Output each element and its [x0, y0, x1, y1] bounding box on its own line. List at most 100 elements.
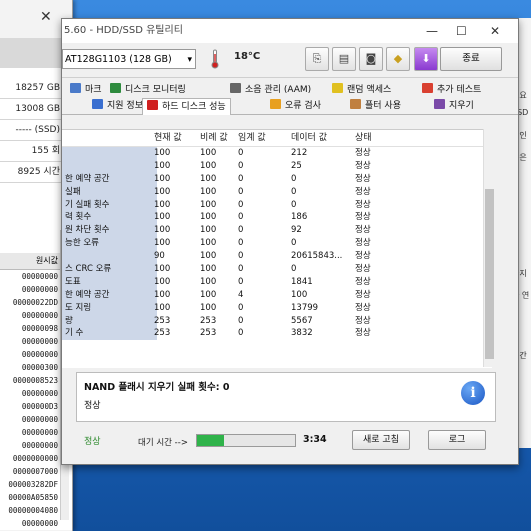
tab-tabs_row1-3[interactable]: 랜덤 액세스	[332, 82, 391, 98]
table-row[interactable]: 기 실패 횟수 100 100 0 0 정상	[62, 198, 492, 212]
copy-icon: ⎘	[312, 52, 322, 65]
screenshot-button[interactable]: ◙	[359, 47, 383, 71]
tab-label: 지원 정보	[107, 101, 143, 111]
tab-tabs_row1-4[interactable]: 추가 테스트	[422, 82, 481, 98]
table-row[interactable]: 스 CRC 오류 100 100 0 0 정상	[62, 263, 492, 276]
refresh-progress-bar	[196, 434, 296, 447]
cell-current: 100	[154, 225, 171, 236]
cell-data: 25	[291, 160, 302, 171]
tab-tabs_row2-0[interactable]: 지원 정보	[92, 98, 143, 114]
tab-label: 디스크 모니터링	[125, 85, 186, 95]
right-panel-strip	[502, 129, 516, 367]
cell-current: 100	[154, 289, 171, 300]
cell-current: 253	[154, 315, 171, 326]
smart-utility-window[interactable]: 5.60 - HDD/SSD 유틸리티 — ☐ ✕ AT128G1103 (12…	[61, 18, 519, 465]
scrollbar-thumb[interactable]	[485, 189, 494, 359]
cell-status: 정상	[355, 148, 371, 158]
cell-data: 1841	[291, 276, 313, 287]
table-row[interactable]: 100 100 0 212 정상	[62, 147, 492, 160]
table-row[interactable]: 한 예약 공간 100 100 4 100 정상	[62, 288, 492, 302]
cell-status: 정상	[355, 276, 371, 287]
cell-data: 5567	[291, 315, 313, 326]
close-icon[interactable]: ✕	[490, 19, 500, 43]
row-name-shade	[62, 159, 157, 173]
cell-status: 정상	[355, 160, 371, 171]
smart-attribute-table: 현재 값 비례 값 임계 값 데이터 값 상태 100 100 0 212 정상 100 100 0 2…	[62, 129, 492, 368]
tab-tabs_row2-4[interactable]: 지우기	[434, 98, 474, 114]
column-header: 임계 값	[238, 133, 266, 143]
tab-label: 플터 사용	[365, 101, 401, 111]
tab-icon	[110, 83, 121, 93]
drive-select-value: AT128G1103 (128 GB)	[65, 54, 172, 65]
table-row[interactable]: 력 횟수 100 100 0 186 정상	[62, 211, 492, 225]
table-row[interactable]: 능한 오류 100 100 0 0 정상	[62, 237, 492, 251]
close-icon[interactable]: ✕	[40, 9, 52, 25]
table-row[interactable]: 100 100 0 25 정상	[62, 159, 492, 173]
cell-threshold: 0	[238, 264, 244, 275]
drive-select[interactable]: AT128G1103 (128 GB) ▾	[62, 49, 196, 69]
tab-icon	[70, 83, 81, 93]
cell-worst: 100	[200, 186, 217, 197]
cell-data: 0	[291, 199, 297, 210]
log-button[interactable]: 로그	[428, 430, 486, 450]
cell-current: 253	[154, 328, 171, 339]
table-row[interactable]: 도표 100 100 0 1841 정상	[62, 275, 492, 289]
table-row[interactable]: 도 지링 100 100 0 13799 정상	[62, 301, 492, 315]
download-icon: ⬇	[421, 52, 431, 65]
attribute-name: 한 예약 공간	[65, 289, 110, 300]
attribute-name: 량	[65, 315, 73, 326]
table-row[interactable]: 실패 100 100 0 0 정상	[62, 185, 492, 199]
minimize-icon[interactable]: —	[426, 19, 438, 43]
cell-worst: 100	[200, 276, 217, 287]
toolbar: AT128G1103 (128 GB) ▾ 18°C ⎘ ▤ ◙ ◆ ⬇ 종료	[62, 43, 518, 78]
tab-label: 랜덤 액세스	[347, 85, 392, 95]
cell-data: 13799	[291, 302, 319, 313]
tab-icon	[434, 99, 445, 109]
table-row[interactable]: 원 차단 횟수 100 100 0 92 정상	[62, 224, 492, 238]
cell-worst: 100	[200, 302, 217, 313]
column-header: 현재 값	[154, 133, 182, 143]
tab-row-bottom: 지원 정보 하드 디스크 성능 오류 검사 플터 사용 지우기	[62, 98, 518, 115]
tab-tabs_row1-1[interactable]: 디스크 모니터링	[110, 82, 186, 98]
tab-tabs_row2-3[interactable]: 플터 사용	[350, 98, 401, 114]
copy-button[interactable]: ⎘	[305, 47, 329, 71]
tab-tabs_row1-2[interactable]: 소음 관리 (AAM)	[230, 82, 311, 98]
table-row[interactable]: 90 100 0 20615843... 정상	[62, 250, 492, 264]
refresh-button[interactable]: 새로 고침	[352, 430, 410, 450]
cell-data: 186	[291, 212, 308, 223]
tab-tabs_row2-2[interactable]: 오류 검사	[270, 98, 321, 114]
cell-status: 정상	[355, 264, 371, 275]
cell-worst: 100	[200, 148, 217, 158]
cell-status: 정상	[355, 225, 371, 236]
download-button[interactable]: ⬇	[414, 47, 438, 71]
cell-status: 정상	[355, 315, 371, 326]
cell-current: 100	[154, 173, 171, 184]
cell-data: 212	[291, 148, 308, 158]
cell-worst: 100	[200, 225, 217, 236]
cell-threshold: 0	[238, 212, 244, 223]
tag-button[interactable]: ◆	[386, 47, 410, 71]
column-header: 비례 값	[200, 133, 228, 143]
table-row[interactable]: 기 수 253 253 0 3832 정상	[62, 327, 492, 341]
exit-button[interactable]: 종료	[440, 47, 502, 71]
save-button[interactable]: ▤	[332, 47, 356, 71]
info-icon: i	[461, 381, 485, 405]
status-bar: 정상 대기 시간 --> 3:34 새로 고침 로그	[62, 424, 516, 454]
tab-tabs_row2-1[interactable]: 하드 디스크 성능	[142, 98, 231, 115]
tab-row-top: 마크 디스크 모니터링 소음 관리 (AAM) 랜덤 액세스 추가 테스트	[62, 82, 518, 98]
cell-worst: 100	[200, 264, 217, 275]
attribute-name: 력 횟수	[65, 212, 92, 223]
table-row[interactable]: 량 253 253 0 5567 정상	[62, 314, 492, 328]
cell-current: 100	[154, 276, 171, 287]
table-scrollbar[interactable]	[483, 129, 496, 367]
tab-label: 오류 검사	[285, 101, 321, 111]
cell-status: 정상	[355, 238, 371, 249]
maximize-icon[interactable]: ☐	[456, 19, 467, 43]
tab-tabs_row1-0[interactable]: 마크	[70, 82, 102, 98]
cell-worst: 100	[200, 173, 217, 184]
tab-icon	[422, 83, 433, 93]
cell-current: 100	[154, 302, 171, 313]
table-row[interactable]: 한 예약 공간 100 100 0 0 정상	[62, 172, 492, 186]
column-header: 데이터 값	[291, 133, 327, 143]
cell-status: 정상	[355, 173, 371, 184]
